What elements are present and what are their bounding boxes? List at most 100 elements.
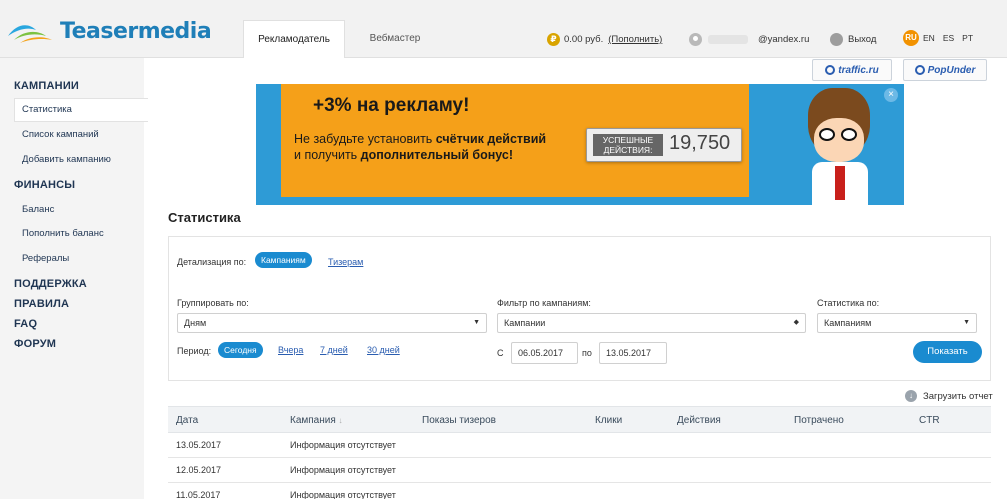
logout-icon	[830, 33, 843, 46]
top-header: Teasermedia Рекламодатель Вебмастер ₽ 0.…	[0, 0, 1007, 58]
logo[interactable]: Teasermedia	[6, 16, 212, 46]
period-yesterday[interactable]: Вчера	[278, 345, 303, 355]
counter-digits: 50	[707, 132, 731, 154]
date-from-input[interactable]: 06.05.2017	[511, 342, 578, 364]
sidebar-link-support[interactable]: ПОДДЕРЖКА	[14, 278, 87, 290]
lang-pt[interactable]: PT	[962, 33, 973, 43]
sidebar-item-referrals[interactable]: Рефералы	[22, 253, 69, 264]
sidebar-item-balance[interactable]: Баланс	[22, 204, 54, 215]
chevron-down-icon: ▼	[963, 319, 970, 326]
stats-by-label: Статистика по:	[817, 298, 880, 308]
banner-title: +3% на рекламу!	[313, 95, 470, 116]
period-label: Период:	[177, 346, 212, 356]
promo-banner[interactable]: +3% на рекламу! Не забудьте установить с…	[256, 84, 904, 205]
logo-icon	[8, 25, 52, 43]
banner-line2-b: дополнительный бонус!	[360, 148, 514, 162]
lang-en[interactable]: EN	[923, 33, 935, 43]
download-label: Загрузить отчет	[923, 390, 993, 402]
download-report-link[interactable]: ↓ Загрузить отчет	[905, 390, 993, 402]
lang-es[interactable]: ES	[943, 33, 954, 43]
row-campaign: Информация отсутствует	[290, 440, 396, 450]
period-30-days[interactable]: 30 дней	[367, 345, 400, 355]
banner-line2-a: и получить	[294, 148, 361, 162]
sidebar-link-faq[interactable]: FAQ	[14, 318, 37, 330]
banner-line1-a: Не забудьте установить	[294, 132, 436, 146]
page-title: Статистика	[168, 210, 241, 225]
col-actions[interactable]: Действия	[677, 415, 721, 426]
counter-value: 19,750	[669, 132, 730, 155]
campaign-filter-label: Фильтр по кампаниям:	[497, 298, 591, 308]
detail-option-campaigns[interactable]: Кампаниям	[255, 252, 312, 268]
banner-close-icon[interactable]: ×	[884, 88, 898, 102]
group-select-value: Дням	[184, 318, 207, 328]
col-spent[interactable]: Потрачено	[794, 415, 844, 426]
user-email: @yandex.ru	[758, 34, 810, 45]
sidebar-section-finance[interactable]: ФИНАНСЫ	[14, 179, 75, 191]
table-row: 11.05.2017 Информация отсутствует	[168, 483, 991, 499]
popunder-label: PopUnder	[927, 64, 976, 76]
tab-webmaster[interactable]: Вебмастер	[360, 20, 430, 58]
col-impressions[interactable]: Показы тизеров	[422, 415, 496, 426]
lang-ru[interactable]: RU	[903, 30, 919, 46]
banner-text: Не забудьте установить счётчик действий …	[294, 131, 546, 163]
balance-value: 0.00 руб.	[564, 34, 604, 45]
banner-line1-b: счётчик действий	[435, 132, 547, 146]
sidebar-link-rules[interactable]: ПРАВИЛА	[14, 298, 69, 310]
campaign-filter-select[interactable]: Кампании ◆	[497, 313, 806, 333]
table-header: Дата Кампания ↓ Показы тизеров Клики Дей…	[168, 406, 991, 433]
sidebar-link-forum[interactable]: ФОРУМ	[14, 338, 56, 350]
traffic-ru-label: traffic.ru	[838, 64, 879, 76]
actions-counter: УСПЕШНЫЕ ДЕЙСТВИЯ: 19,750	[586, 128, 742, 162]
sidebar-item-campaign-list[interactable]: Список кампаний	[22, 129, 99, 140]
sidebar-section-campaigns[interactable]: КАМПАНИИ	[14, 80, 79, 92]
group-label: Группировать по:	[177, 298, 249, 308]
tab-advertiser[interactable]: Рекламодатель	[243, 20, 345, 58]
campaign-filter-value: Кампании	[504, 318, 546, 328]
language-switcher: RU EN ES PT	[903, 30, 981, 46]
updown-arrow-icon: ◆	[793, 319, 799, 326]
row-date: 12.05.2017	[176, 465, 222, 475]
stats-by-select[interactable]: Кампаниям ▼	[817, 313, 977, 333]
period-7-days[interactable]: 7 дней	[320, 345, 348, 355]
counter-value-main: 19,7	[669, 132, 708, 154]
user-avatar-icon	[689, 33, 702, 46]
group-select[interactable]: Дням ▼	[177, 313, 487, 333]
col-ctr[interactable]: CTR	[919, 415, 940, 426]
user-block[interactable]: @yandex.ru	[689, 33, 809, 46]
sidebar-item-topup[interactable]: Пополнить баланс	[22, 228, 104, 239]
date-to-input[interactable]: 13.05.2017	[599, 342, 667, 364]
table-row: 12.05.2017 Информация отсутствует	[168, 458, 991, 483]
popunder-icon	[914, 65, 925, 75]
topup-link[interactable]: (Пополнить)	[608, 34, 662, 45]
sort-icon: ↓	[338, 416, 343, 425]
traffic-ru-button[interactable]: traffic.ru	[812, 59, 892, 81]
sidebar-item-statistics[interactable]: Статистика	[22, 104, 72, 115]
period-today[interactable]: Сегодня	[218, 342, 263, 358]
mascot-eye-right	[841, 128, 857, 141]
logout-button[interactable]: Выход	[830, 33, 876, 46]
mascot-eye-left	[819, 128, 835, 141]
date-to-label: по	[582, 348, 592, 358]
ruble-coin-icon: ₽	[547, 33, 560, 46]
row-campaign: Информация отсутствует	[290, 465, 396, 475]
row-date: 13.05.2017	[176, 440, 222, 450]
logout-label: Выход	[848, 34, 877, 45]
date-from-label: С	[497, 348, 504, 358]
col-campaign-label: Кампания	[290, 415, 336, 426]
show-button[interactable]: Показать	[913, 341, 982, 363]
stats-by-value: Кампаниям	[824, 318, 872, 328]
detail-option-teasers[interactable]: Тизерам	[328, 257, 363, 267]
popunder-button[interactable]: PopUnder	[903, 59, 987, 81]
row-date: 11.05.2017	[176, 490, 221, 499]
col-date[interactable]: Дата	[176, 415, 198, 426]
balance-block: ₽ 0.00 руб. (Пополнить)	[547, 33, 662, 46]
col-campaign[interactable]: Кампания ↓	[290, 415, 343, 426]
mascot-face	[814, 118, 864, 162]
sidebar-item-add-campaign[interactable]: Добавить кампанию	[22, 154, 111, 165]
col-clicks[interactable]: Клики	[595, 415, 622, 426]
row-campaign: Информация отсутствует	[290, 490, 396, 499]
detail-label: Детализация по:	[177, 257, 247, 267]
banner-page-curl	[726, 172, 749, 197]
download-icon: ↓	[905, 390, 917, 402]
logo-text: Teasermedia	[60, 18, 212, 44]
